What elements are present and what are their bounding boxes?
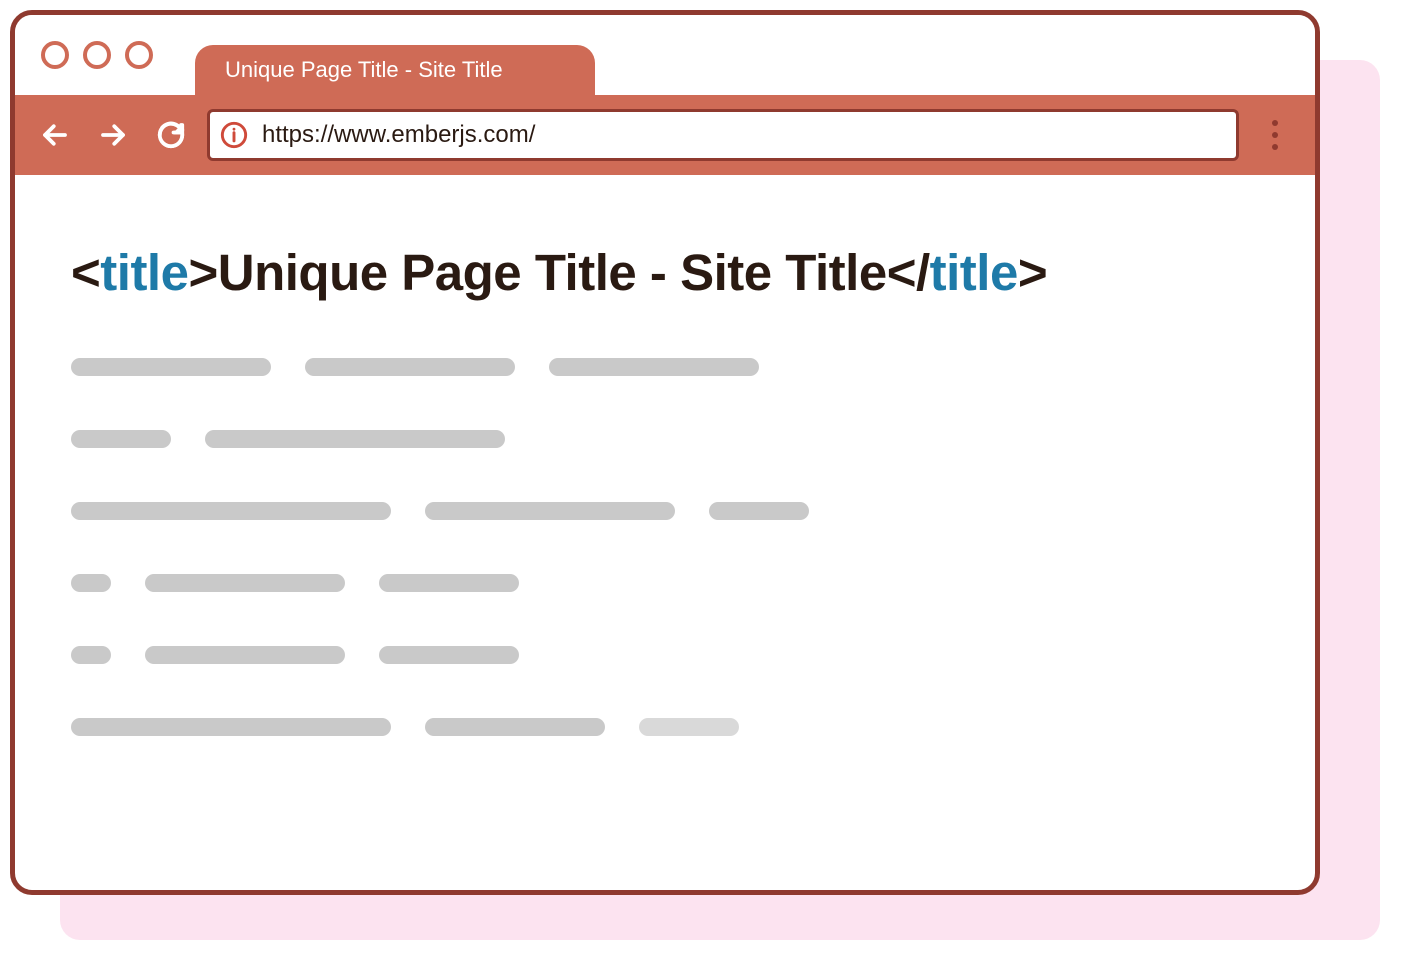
placeholder-row — [71, 574, 1259, 592]
placeholder-row — [71, 358, 1259, 376]
window-minimize-button[interactable] — [83, 41, 111, 69]
window-controls — [41, 41, 153, 69]
reload-icon-overlay — [156, 120, 186, 150]
arrow-right-icon — [98, 120, 128, 150]
toolbar — [15, 95, 1315, 175]
placeholder-row — [71, 502, 1259, 520]
titlebar: Unique Page Title - Site Title — [15, 15, 1315, 95]
placeholder-bar — [379, 574, 519, 592]
placeholder-row — [71, 718, 1259, 736]
arrow-left-icon — [40, 120, 70, 150]
forward-button[interactable] — [91, 113, 135, 157]
placeholder-bar — [71, 502, 391, 520]
placeholder-bar — [639, 718, 739, 736]
placeholder-bar — [71, 574, 111, 592]
placeholder-bar — [549, 358, 759, 376]
info-icon — [220, 121, 248, 149]
browser-tab[interactable]: Unique Page Title - Site Title — [195, 45, 595, 95]
kebab-menu-icon — [1272, 120, 1278, 150]
placeholder-bar — [425, 718, 605, 736]
open-tag-name: title — [100, 244, 188, 301]
placeholder-bar — [71, 718, 391, 736]
placeholder-bar — [379, 646, 519, 664]
tab-title: Unique Page Title - Site Title — [225, 57, 503, 83]
site-info-icon[interactable] — [220, 121, 248, 149]
page-content: <title>Unique Page Title - Site Title</t… — [15, 175, 1315, 776]
placeholder-bar — [709, 502, 809, 520]
reload-button[interactable] — [149, 113, 193, 157]
url-input[interactable] — [262, 121, 1226, 149]
placeholder-bar — [145, 574, 345, 592]
title-tag-illustration: <title>Unique Page Title - Site Title</t… — [71, 243, 1259, 302]
placeholder-row — [71, 430, 1259, 448]
placeholder-bar — [71, 646, 111, 664]
placeholder-bar — [205, 430, 505, 448]
window-maximize-button[interactable] — [125, 41, 153, 69]
address-bar[interactable] — [207, 109, 1239, 161]
placeholder-bar — [71, 358, 271, 376]
open-angle: < — [71, 244, 100, 301]
close-angle-open: </ — [887, 244, 930, 301]
menu-button[interactable] — [1253, 113, 1297, 157]
browser-window: Unique Page Title - Site Title — [10, 10, 1320, 895]
placeholder-row — [71, 646, 1259, 664]
placeholder-bar — [71, 430, 171, 448]
close-tag-name: title — [930, 244, 1018, 301]
window-close-button[interactable] — [41, 41, 69, 69]
placeholder-bar — [145, 646, 345, 664]
back-button[interactable] — [33, 113, 77, 157]
title-inner-text: Unique Page Title - Site Title — [218, 244, 887, 301]
placeholder-bar — [425, 502, 675, 520]
placeholder-content — [71, 358, 1259, 736]
placeholder-bar — [305, 358, 515, 376]
open-angle-close: > — [188, 244, 217, 301]
close-angle-close: > — [1018, 244, 1047, 301]
